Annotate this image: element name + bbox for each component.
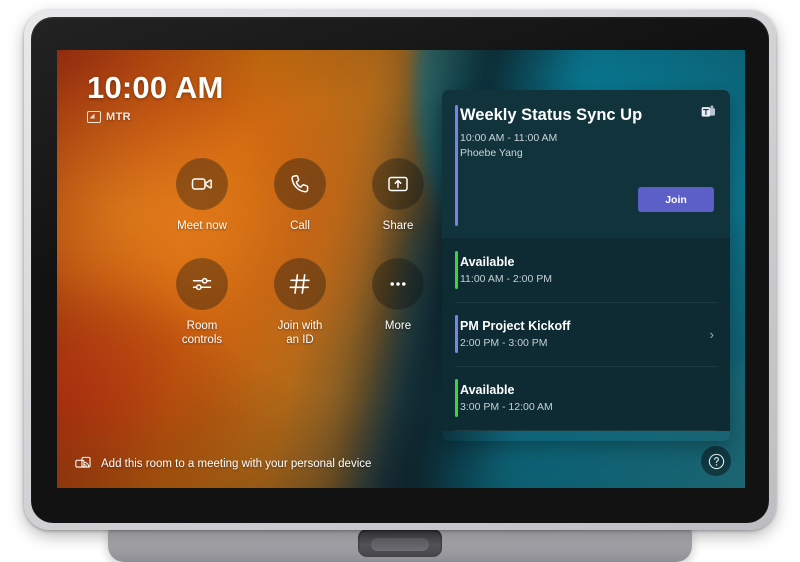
device-stand-connector [358,529,442,557]
action-join-with-id[interactable]: Join with an ID [251,258,349,358]
sliders-icon [192,277,212,291]
agenda-item-text: PM Project Kickoff 2:00 PM - 3:00 PM [460,317,704,351]
action-share-circle[interactable] [372,158,424,210]
touch-console-screen: 10:00 AM MTR Meet now Call Share Room co… [57,50,745,488]
microsoft-teams-icon [701,105,716,124]
action-share[interactable]: Share [349,158,447,258]
share-screen-icon [388,176,408,192]
clock-time: 10:00 AM [87,70,224,105]
agenda-item-text: Available 3:00 PM - 12:00 AM [460,381,714,415]
cast-to-room-icon [75,456,91,468]
ellipsis-icon [390,282,406,286]
agenda-item-pm-project-kickoff[interactable]: PM Project Kickoff 2:00 PM - 3:00 PM › [442,302,730,366]
join-button-row: Join [460,187,714,213]
action-room-controls-label-line1: Room [186,320,218,332]
agenda-item-title: Available [460,255,515,270]
add-room-hint-label: Add this room to a meeting with your per… [101,458,372,470]
agenda-item-time: 11:00 AM - 2:00 PM [460,273,553,286]
agenda-list: Available 11:00 AM - 2:00 PM PM Project … [442,238,730,431]
action-call-label: Call [290,220,310,232]
agenda-item-available-afternoon[interactable]: Available 3:00 PM - 12:00 AM [442,366,730,430]
phone-icon [291,174,309,193]
action-join-with-id-label: Join with an ID [278,319,323,347]
agenda-list-bottom-divider [455,430,717,431]
action-room-controls-label-line2: controls [181,334,223,347]
agenda-item-time: 2:00 PM - 3:00 PM [460,337,548,350]
action-call-circle[interactable] [274,158,326,210]
current-meeting-card[interactable]: Weekly Status Sync Up 10:00 AM - 11:00 A… [442,90,730,238]
agenda-item-time: 3:00 PM - 12:00 AM [460,401,553,414]
current-meeting-title: Weekly Status Sync Up [460,106,643,124]
action-call[interactable]: Call [251,158,349,258]
clock-block: 10:00 AM MTR [87,72,224,123]
action-meet-now-label: Meet now [177,220,227,232]
action-room-controls-label: Room controls [182,319,222,347]
question-mark-circle-icon [708,453,724,469]
action-more-circle[interactable] [372,258,424,310]
action-join-with-id-label-line1: Join with [277,320,323,332]
current-meeting-organizer: Phoebe Yang [460,147,523,160]
agenda-accent-bar [455,315,458,353]
agenda-accent-bar [455,251,458,289]
action-grid: Meet now Call Share Room controls Join w… [153,158,447,358]
join-meeting-button[interactable]: Join [638,187,714,213]
agenda-item-title: PM Project Kickoff [460,319,571,334]
action-room-controls[interactable]: Room controls [153,258,251,358]
room-mode-label: MTR [106,111,132,123]
add-room-hint[interactable]: Add this room to a meeting with your per… [75,456,371,472]
current-meeting-accent-bar [455,105,458,226]
action-meet-now[interactable]: Meet now [153,158,251,258]
action-meet-now-circle[interactable] [176,158,228,210]
calendar-panel: Weekly Status Sync Up 10:00 AM - 11:00 A… [442,90,730,441]
action-join-with-id-circle[interactable] [274,258,326,310]
video-camera-icon [191,178,212,190]
action-room-controls-circle[interactable] [176,258,228,310]
action-more[interactable]: More [349,258,447,358]
screenshot-stage: 10:00 AM MTR Meet now Call Share Room co… [0,0,800,562]
current-meeting-time: 10:00 AM - 11:00 AM [460,131,558,144]
action-more-label: More [384,320,412,332]
agenda-item-title: Available [460,383,515,398]
agenda-item-available-morning[interactable]: Available 11:00 AM - 2:00 PM [442,238,730,302]
chevron-right-icon[interactable]: › [704,328,714,341]
mtr-badge-icon [87,111,101,123]
action-share-label: Share [382,220,414,232]
action-join-with-id-label-line2: an ID [286,334,314,347]
hash-icon [289,274,310,294]
agenda-item-text: Available 11:00 AM - 2:00 PM [460,253,714,287]
help-button[interactable] [701,446,731,476]
agenda-accent-bar [455,379,458,417]
room-mode-indicator: MTR [87,111,224,123]
